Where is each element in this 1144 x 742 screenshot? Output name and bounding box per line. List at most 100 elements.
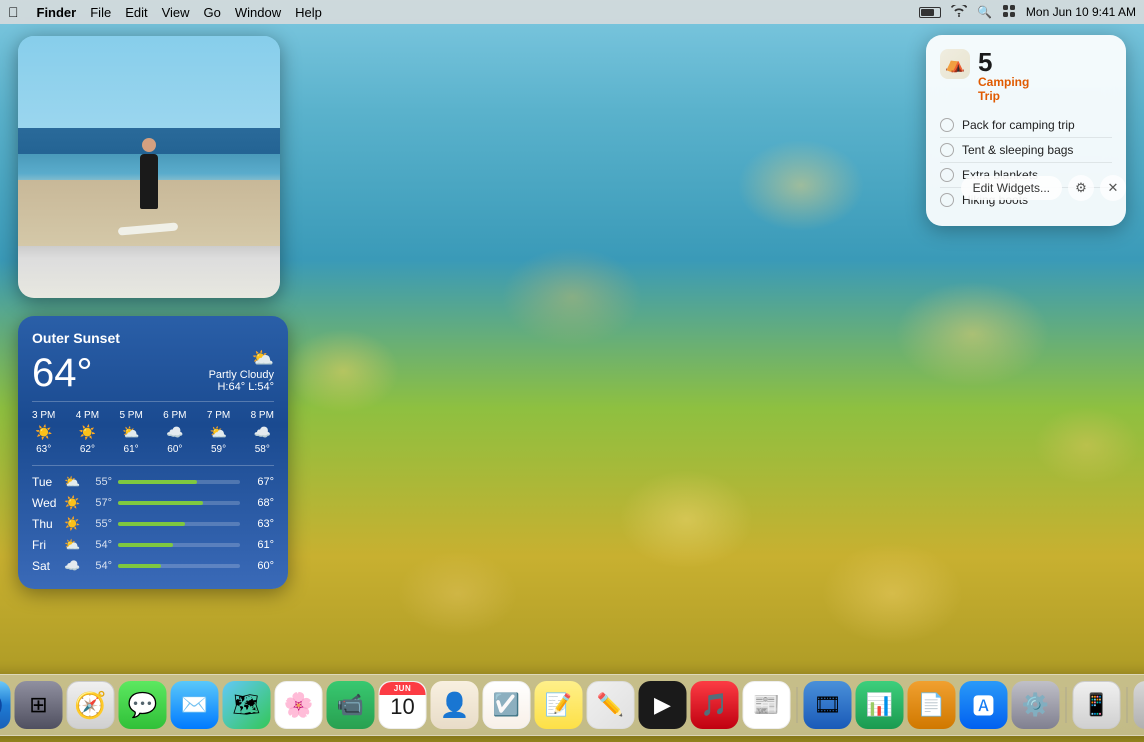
reminder-circle-2[interactable] <box>940 143 954 157</box>
control-center-icon[interactable] <box>1002 4 1016 21</box>
weather-hour-5pm: 5 PM ⛅ 61° <box>119 410 142 455</box>
dock-item-contacts[interactable]: 👤 <box>431 681 479 729</box>
menubar-right: 🔍 Mon Jun 10 9:41 AM <box>919 4 1136 21</box>
edit-widgets-button[interactable]: Edit Widgets... <box>961 176 1062 200</box>
dock-item-maps[interactable]: 🗺 <box>223 681 271 729</box>
forecast-icon-tue: ⛅ <box>64 474 84 490</box>
apple-menu[interactable]:  <box>8 4 19 20</box>
dock-item-numbers[interactable]: 📊 <box>856 681 904 729</box>
menubar-edit[interactable]: Edit <box>125 5 147 20</box>
weather-partly-cloudy-icon: ⛅ <box>209 348 274 369</box>
weather-hour-7pm: 7 PM ⛅ 59° <box>207 410 230 455</box>
forecast-bar-container-sat <box>118 564 240 568</box>
dock-item-calendar[interactable]: JUN 10 <box>379 681 427 729</box>
messages-icon: 💬 <box>128 691 158 720</box>
appstore-icon: 🅰 <box>972 689 994 721</box>
menubar-file[interactable]: File <box>90 5 111 20</box>
reminder-item-2[interactable]: Tent & sleeping bags <box>940 138 1112 163</box>
safari-icon: 🧭 <box>74 690 106 721</box>
dock-item-launchpad[interactable]: ⊞ <box>15 681 63 729</box>
forecast-low-fri: 54° <box>84 539 112 551</box>
hour-temp-4pm: 62° <box>80 444 95 455</box>
menubar-help[interactable]: Help <box>295 5 322 20</box>
weather-hour-6pm: 6 PM ☁️ 60° <box>163 410 186 455</box>
weather-hour-4pm: 4 PM ☀️ 62° <box>76 410 99 455</box>
dock: 🔵 ⊞ 🧭 💬 ✉️ 🗺 🌸 📹 JUN 10 👤 ☑️ <box>0 674 1144 736</box>
sysprefs-icon: ⚙️ <box>1022 692 1049 718</box>
forecast-bar-fri <box>118 543 173 547</box>
dock-item-safari[interactable]: 🧭 <box>67 681 115 729</box>
forecast-day-fri: Fri <box>32 538 64 552</box>
menubar-datetime[interactable]: Mon Jun 10 9:41 AM <box>1026 5 1136 19</box>
dock-item-appstore[interactable]: 🅰 <box>960 681 1008 729</box>
dock-item-facetime[interactable]: 📹 <box>327 681 375 729</box>
widget-settings-button[interactable]: ⚙ <box>1068 175 1094 201</box>
reminder-circle-1[interactable] <box>940 118 954 132</box>
dock-separator-2 <box>1066 687 1067 723</box>
forecast-low-tue: 55° <box>84 476 112 488</box>
menubar-go[interactable]: Go <box>204 5 221 20</box>
dock-item-finder[interactable]: 🔵 <box>0 681 11 729</box>
menubar-view[interactable]: View <box>162 5 190 20</box>
dock-item-photos[interactable]: 🌸 <box>275 681 323 729</box>
dock-item-pages[interactable]: 📄 <box>908 681 956 729</box>
dock-item-freeform[interactable]: ✏️ <box>587 681 635 729</box>
weather-main-row: 64° ⛅ Partly Cloudy H:64° L:54° <box>32 348 274 393</box>
dock-item-keynote[interactable]: 🎞 <box>804 681 852 729</box>
menubar-app-name[interactable]: Finder <box>37 5 77 20</box>
hour-label: 6 PM <box>163 410 186 421</box>
weather-hour-3pm: 3 PM ☀️ 63° <box>32 410 55 455</box>
photo-widget <box>18 36 280 298</box>
forecast-icon-wed: ☀️ <box>64 495 84 511</box>
freeform-icon: ✏️ <box>597 692 624 718</box>
wifi-icon[interactable] <box>951 5 967 20</box>
forecast-low-wed: 57° <box>84 497 112 509</box>
dock-item-iphone-mirror[interactable]: 📱 <box>1073 681 1121 729</box>
battery-fill <box>921 9 935 16</box>
notes-icon: 📝 <box>545 692 572 718</box>
dock-item-appletv[interactable]: ▶ <box>639 681 687 729</box>
forecast-bar-container-tue <box>118 480 240 484</box>
dock-item-reminders[interactable]: ☑️ <box>483 681 531 729</box>
weather-high-low: H:64° L:54° <box>209 381 274 393</box>
hour-temp-7pm: 59° <box>211 444 226 455</box>
hour-icon-5pm: ⛅ <box>122 424 139 441</box>
weather-condition-block: ⛅ Partly Cloudy H:64° L:54° <box>209 348 274 393</box>
forecast-bar-container-fri <box>118 543 240 547</box>
forecast-low-thu: 55° <box>84 518 112 530</box>
dock-item-news[interactable]: 📰 <box>743 681 791 729</box>
weather-location: Outer Sunset <box>32 330 274 346</box>
calendar-content: JUN 10 <box>380 682 426 728</box>
forecast-high-sat: 60° <box>246 560 274 572</box>
widget-close-button[interactable]: ✕ <box>1100 175 1126 201</box>
reminder-circle-3[interactable] <box>940 168 954 182</box>
contacts-icon: 👤 <box>440 691 470 720</box>
launchpad-icon: ⊞ <box>29 692 47 718</box>
reminder-text-1: Pack for camping trip <box>962 118 1075 132</box>
iphone-mirror-icon: 📱 <box>1083 692 1110 718</box>
hour-temp-3pm: 63° <box>36 444 51 455</box>
reminder-item-1[interactable]: Pack for camping trip <box>940 113 1112 138</box>
menubar-window[interactable]: Window <box>235 5 281 20</box>
dock-item-mail[interactable]: ✉️ <box>171 681 219 729</box>
reminder-circle-4[interactable] <box>940 193 954 207</box>
battery-body <box>919 7 941 18</box>
dock-item-notes[interactable]: 📝 <box>535 681 583 729</box>
hour-temp-6pm: 60° <box>167 444 182 455</box>
reminders-count: 5 <box>978 49 1029 75</box>
dock-item-music[interactable]: 🎵 <box>691 681 739 729</box>
dock-item-trash[interactable]: 🗑 <box>1134 681 1144 729</box>
finder-icon: 🔵 <box>0 689 4 722</box>
forecast-high-thu: 63° <box>246 518 274 530</box>
hour-label: 4 PM <box>76 410 99 421</box>
weather-hourly: 3 PM ☀️ 63° 4 PM ☀️ 62° 5 PM ⛅ 61° 6 PM … <box>32 401 274 455</box>
menubar:  Finder File Edit View Go Window Help 🔍 <box>0 0 1144 24</box>
dock-separator-3 <box>1127 687 1128 723</box>
dock-item-sysprefs[interactable]: ⚙️ <box>1012 681 1060 729</box>
news-icon: 📰 <box>753 692 780 718</box>
search-icon[interactable]: 🔍 <box>977 5 992 19</box>
dock-item-messages[interactable]: 💬 <box>119 681 167 729</box>
weather-widget: Outer Sunset 64° ⛅ Partly Cloudy H:64° L… <box>18 316 288 589</box>
hour-icon-3pm: ☀️ <box>35 424 52 441</box>
forecast-high-fri: 61° <box>246 539 274 551</box>
